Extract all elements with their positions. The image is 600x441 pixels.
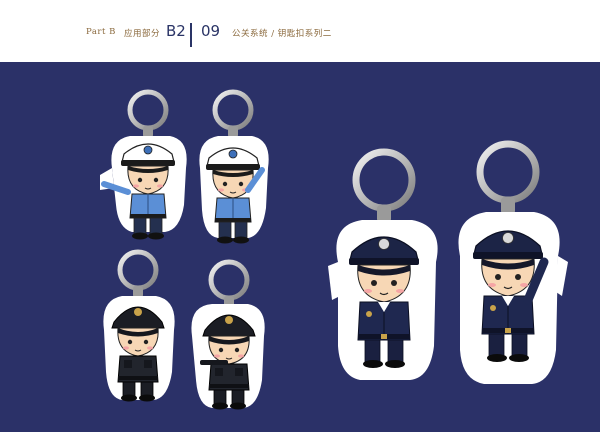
keychain-police-officer-saluting	[458, 140, 568, 384]
keychain-traffic-officer-pointing	[100, 89, 187, 241]
keychain-artwork	[100, 89, 568, 410]
keychain-police-officer-standing	[328, 148, 438, 380]
keychain-swat-officer-aiming	[191, 259, 265, 410]
keychain-swat-officer-standing	[103, 249, 175, 402]
keychain-traffic-officer-saluting	[199, 89, 269, 245]
